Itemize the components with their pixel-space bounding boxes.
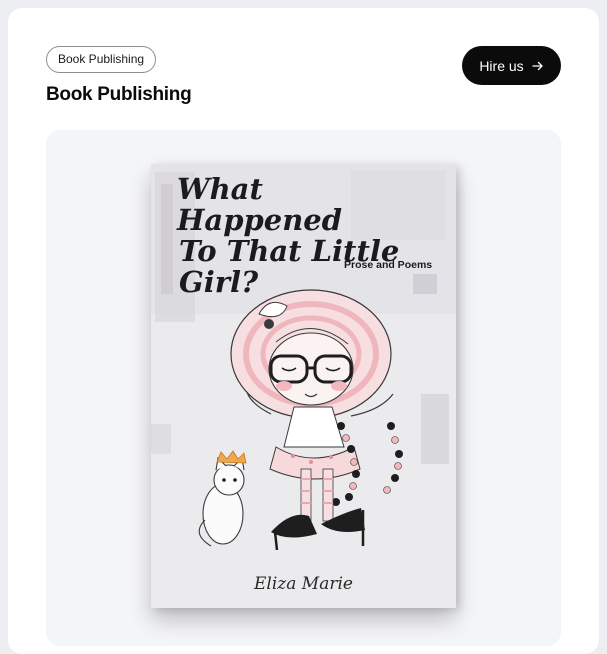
hire-us-button[interactable]: Hire us bbox=[462, 46, 561, 85]
page-title: Book Publishing bbox=[46, 84, 192, 105]
hire-us-label: Hire us bbox=[479, 57, 524, 74]
book-title-line-1: What Happened bbox=[177, 172, 343, 237]
project-card: Book Publishing Book Publishing Hire us bbox=[8, 8, 599, 654]
book-cover: What Happened To That Little Girl? Prose… bbox=[151, 164, 456, 608]
book-author: Eliza Marie bbox=[254, 574, 353, 594]
category-tag[interactable]: Book Publishing bbox=[46, 46, 157, 73]
book-subtitle: Prose and Poems bbox=[344, 259, 433, 271]
book-title: What Happened To That Little Girl? bbox=[177, 174, 437, 298]
book-preview-panel: What Happened To That Little Girl? Prose… bbox=[46, 130, 561, 646]
arrow-right-icon bbox=[532, 60, 544, 72]
